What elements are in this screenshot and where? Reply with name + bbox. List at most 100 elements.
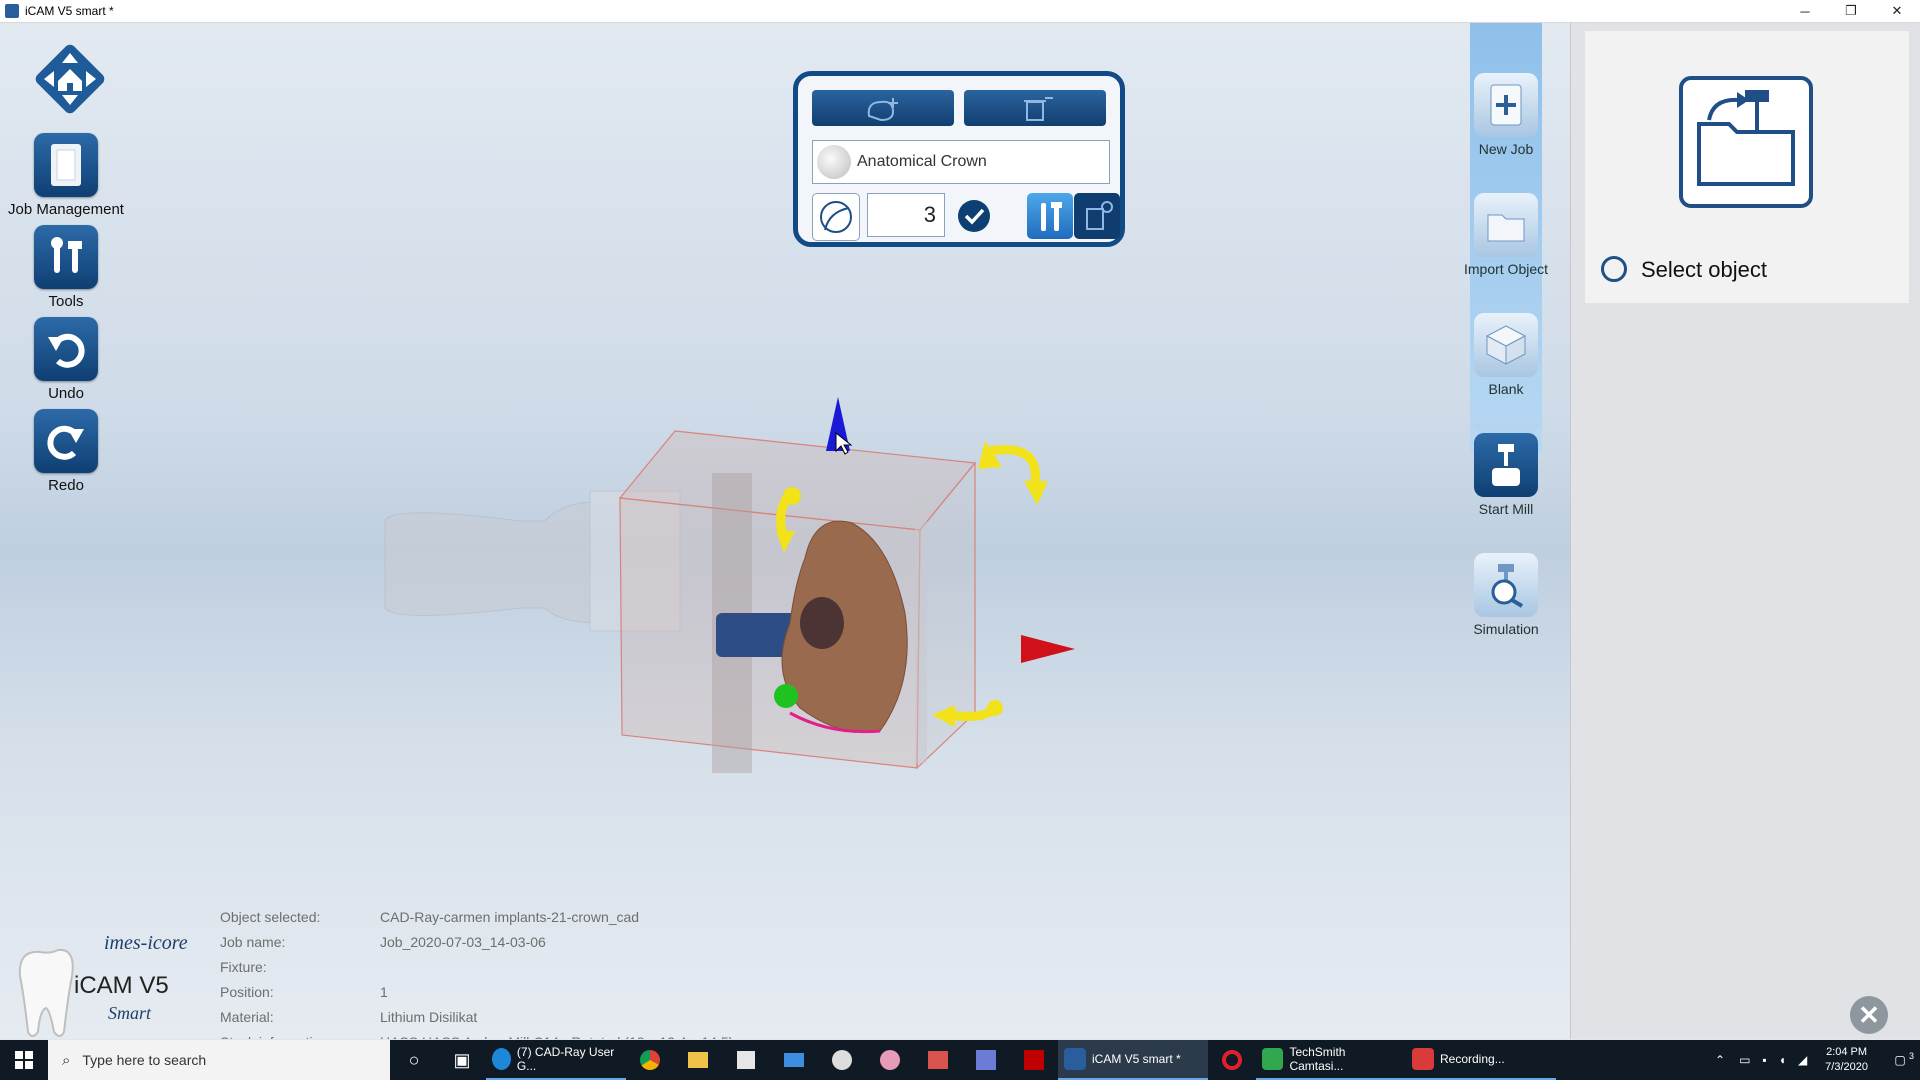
home-nav-button[interactable] <box>10 33 130 125</box>
info-key: Object selected: <box>220 909 321 925</box>
opera-icon[interactable] <box>1208 1040 1256 1080</box>
clock[interactable]: 2:04 PM 7/3/2020 <box>1825 1045 1868 1075</box>
app-icon-6[interactable] <box>866 1040 914 1080</box>
mail-icon[interactable] <box>770 1040 818 1080</box>
start-mill-label: Start Mill <box>1478 501 1534 517</box>
axis-y-handle-icon <box>774 684 798 708</box>
info-key: Job name: <box>220 934 286 950</box>
minimize-button[interactable]: ─ <box>1782 0 1828 22</box>
delete-object-button[interactable] <box>964 90 1106 126</box>
blank-label: Blank <box>1488 381 1524 397</box>
object-selector[interactable]: Anatomical Crown <box>812 140 1110 184</box>
blank-button[interactable]: Blank <box>1446 313 1566 397</box>
edition-name: Smart <box>108 1003 152 1023</box>
info-value: CAD-Ray-carmen implants-21-crown_cad <box>380 909 640 925</box>
simulation-button[interactable]: Simulation <box>1446 553 1566 637</box>
model-scene[interactable] <box>0 23 1570 1039</box>
cortana-icon[interactable]: ○ <box>390 1040 438 1080</box>
notification-icon: ▢ <box>1894 1053 1906 1067</box>
select-object-radio[interactable] <box>1601 256 1627 282</box>
info-value: Lithium Disilikat <box>380 1009 478 1025</box>
brand-name: imes-icore <box>104 932 188 954</box>
redo-label: Redo <box>48 477 84 494</box>
clear-tools-button[interactable] <box>1074 193 1120 239</box>
job-management-button[interactable]: Job Management <box>6 133 126 218</box>
new-job-button[interactable]: New Job <box>1446 73 1566 157</box>
select-object-card[interactable]: Select object <box>1585 31 1909 303</box>
info-row: Stock information:HASS HASS Amber Mill C… <box>220 1030 733 1039</box>
chrome-icon[interactable] <box>626 1040 674 1080</box>
info-key: Position: <box>220 984 274 1000</box>
store-icon[interactable] <box>722 1040 770 1080</box>
info-value: 1 <box>380 984 388 1000</box>
curve-arc-icon <box>820 201 852 233</box>
new-job-icon <box>1474 73 1538 137</box>
app-icon-7[interactable] <box>914 1040 962 1080</box>
volume-icon[interactable]: ◖ <box>1779 1053 1786 1067</box>
info-row: Object selected: CAD-Ray-carmen implants-… <box>220 905 733 930</box>
redo-icon <box>34 409 98 473</box>
home-diamond-icon[interactable] <box>24 33 116 125</box>
taskbar: ⌕ Type here to search ○ ▣ (7) CAD-Ray Us… <box>0 1040 1920 1080</box>
curve-tool-button[interactable] <box>812 193 860 241</box>
undo-button[interactable]: Undo <box>6 317 126 402</box>
maximize-button[interactable]: ❐ <box>1828 0 1874 22</box>
folder-icon <box>1474 193 1538 257</box>
app-icon-5[interactable] <box>818 1040 866 1080</box>
task-view-icon[interactable]: ▣ <box>438 1040 486 1080</box>
file-explorer-icon[interactable] <box>674 1040 722 1080</box>
trash-icon <box>1024 97 1053 121</box>
tools-icon <box>34 225 98 289</box>
3d-viewport[interactable]: Job Management Tools Undo Redo Anatomica… <box>0 23 1570 1039</box>
tools-button[interactable]: Tools <box>6 225 126 310</box>
camtasia-icon <box>1262 1048 1284 1070</box>
app-icon <box>5 4 19 18</box>
tooth-logo-icon <box>18 948 74 1037</box>
simulation-icon <box>1474 553 1538 617</box>
window-title: iCAM V5 smart * <box>25 4 114 18</box>
redo-button[interactable]: Redo <box>6 409 126 494</box>
select-object-label: Select object <box>1641 257 1767 282</box>
taskbar-search[interactable]: ⌕ Type here to search <box>48 1040 390 1080</box>
info-row: Position: 1 <box>220 980 733 1005</box>
new-job-label: New Job <box>1478 141 1534 157</box>
tray-app-icon[interactable]: ▪ <box>1762 1053 1766 1067</box>
import-object-button[interactable]: Import Object <box>1446 193 1566 277</box>
job-management-icon <box>34 133 98 197</box>
tools-label: Tools <box>48 293 84 310</box>
info-value: Job_2020-07-03_14-03-06 <box>380 934 546 950</box>
filezilla-icon[interactable] <box>1010 1040 1058 1080</box>
add-object-icon <box>867 98 898 122</box>
system-tray: ⌃ ▭ ▪ ◖ ◢ 2:04 PM 7/3/2020 ▢ 3 <box>1707 1040 1920 1080</box>
check-icon <box>958 200 990 232</box>
info-row: Fixture: <box>220 955 733 980</box>
crown-thumbnail-icon <box>817 145 851 179</box>
close-panel-button[interactable]: ✕ <box>1850 996 1888 1034</box>
close-window-button[interactable]: ✕ <box>1874 0 1920 22</box>
taskbar-app-icam[interactable]: iCAM V5 smart * <box>1058 1040 1208 1080</box>
battery-icon[interactable]: ▭ <box>1739 1053 1750 1067</box>
add-object-button[interactable] <box>812 90 954 126</box>
count-input[interactable]: 3 <box>867 193 945 237</box>
start-button[interactable] <box>0 1040 48 1080</box>
info-key: Material: <box>220 1009 274 1025</box>
info-row: Material: Lithium Disilikat <box>220 1005 733 1030</box>
object-panel: Anatomical Crown 3 <box>793 71 1125 247</box>
taskbar-app-recording[interactable]: Recording... <box>1406 1040 1556 1080</box>
start-mill-button[interactable]: Start Mill <box>1446 433 1566 517</box>
app-icon-8[interactable] <box>962 1040 1010 1080</box>
mill-icon <box>1474 433 1538 497</box>
taskbar-app-edge[interactable]: (7) CAD-Ray User G... <box>486 1040 626 1080</box>
taskbar-app-camtasia[interactable]: TechSmith Camtasi... <box>1256 1040 1406 1080</box>
import-object-label: Import Object <box>1463 261 1549 277</box>
wrench-icon <box>1041 202 1062 231</box>
tray-chevron-icon[interactable]: ⌃ <box>1715 1053 1725 1067</box>
title-bar: iCAM V5 smart * ─ ❐ ✕ <box>0 0 1920 23</box>
network-icon[interactable]: ◢ <box>1798 1053 1807 1067</box>
notifications-button[interactable]: ▢ 3 <box>1880 1051 1920 1067</box>
confirm-button[interactable] <box>951 193 997 239</box>
tool-settings-button[interactable] <box>1027 193 1073 239</box>
job-info: Object selected: CAD-Ray-carmen implants-… <box>220 905 733 1039</box>
icam-taskbar-icon <box>1064 1048 1086 1070</box>
icam-logo: imes-icore iCAM V5 Smart <box>10 928 210 1039</box>
